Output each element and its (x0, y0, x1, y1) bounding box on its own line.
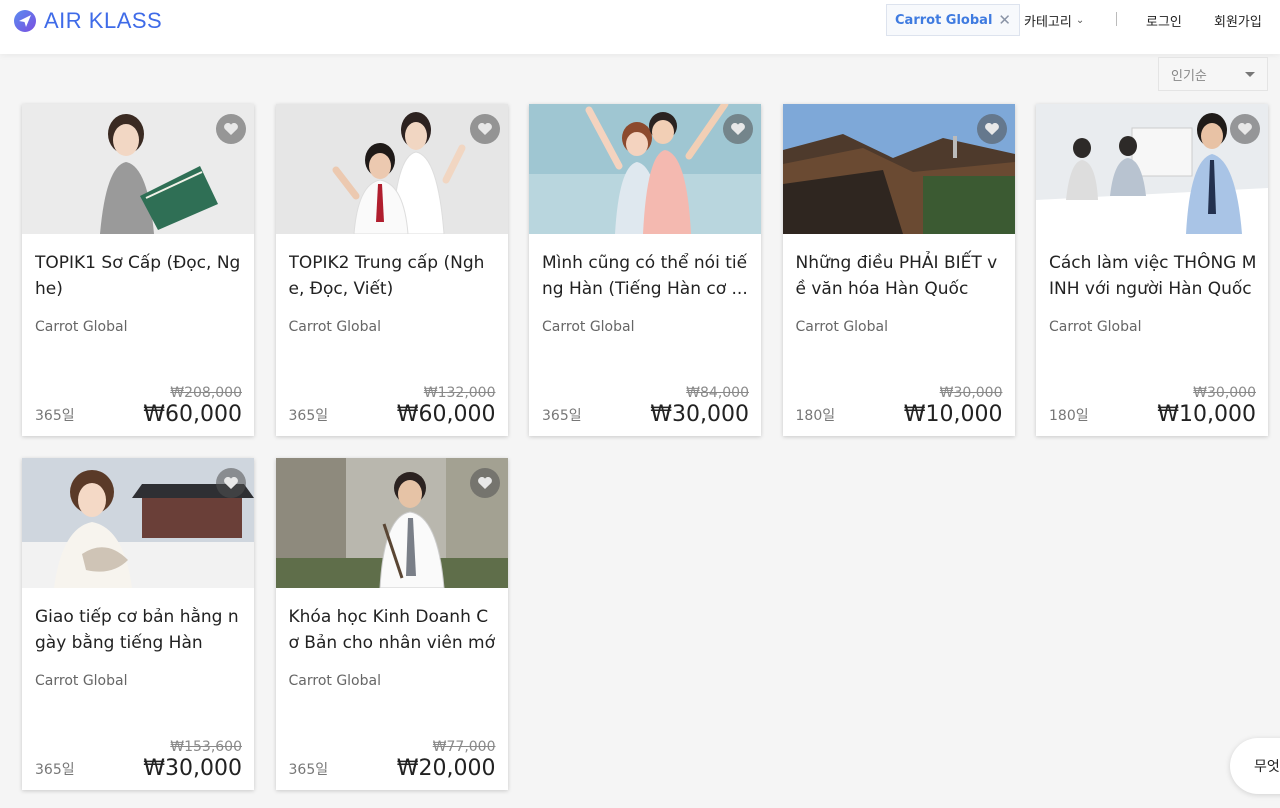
favorite-heart-icon[interactable] (723, 114, 753, 144)
course-thumbnail (529, 104, 761, 234)
favorite-heart-icon[interactable] (216, 468, 246, 498)
course-card[interactable]: Mình cũng có thể nói tiếng Hàn (Tiếng Hà… (529, 104, 761, 436)
course-grid: TOPIK1 Sơ Cấp (Đọc, Nghe) Carrot Global … (22, 104, 1270, 790)
course-thumbnail (275, 104, 508, 234)
course-title: TOPIK1 Sơ Cấp (Đọc, Nghe) (35, 253, 241, 299)
course-title: Cách làm việc THÔNG MINH với người Hàn Q… (1049, 253, 1257, 299)
course-provider: Carrot Global (1049, 319, 1142, 335)
sale-price: ₩10,000 (903, 402, 1003, 427)
course-thumbnail (1036, 104, 1268, 234)
chevron-down-icon: ⌄ (1075, 15, 1085, 26)
close-icon[interactable]: ✕ (998, 12, 1011, 28)
nav-divider (1116, 12, 1117, 26)
favorite-heart-icon[interactable] (216, 114, 246, 144)
paper-plane-icon (14, 10, 36, 32)
top-header: AIR KLASS Carrot Global ✕ 카테고리 ⌄ 로그인 회원가… (0, 0, 1280, 54)
course-provider: Carrot Global (288, 319, 381, 335)
chat-help-button[interactable]: 무엇 (1230, 738, 1280, 794)
course-duration: 180일 (1049, 408, 1089, 424)
favorite-heart-icon[interactable] (469, 114, 500, 144)
sort-selected-value: 인기순 (1171, 68, 1207, 84)
course-title: Giao tiếp cơ bản hằng ngày bằng tiếng Hà… (35, 607, 239, 653)
sale-price: ₩30,000 (143, 756, 242, 781)
original-price: ₩132,000 (423, 385, 496, 401)
course-duration: 180일 (795, 408, 836, 424)
course-title: Khóa học Kinh Doanh Cơ Bản cho nhân viên… (288, 607, 496, 653)
course-card[interactable]: TOPIK2 Trung cấp (Nghe, Đọc, Viết) Carro… (275, 104, 508, 436)
course-card[interactable]: Khóa học Kinh Doanh Cơ Bản cho nhân viên… (275, 458, 508, 790)
sale-price: ₩30,000 (650, 402, 749, 427)
course-provider: Carrot Global (795, 319, 888, 335)
course-duration: 365일 (542, 408, 582, 424)
favorite-heart-icon[interactable] (469, 468, 500, 498)
original-price: ₩30,000 (939, 385, 1003, 401)
original-price: ₩153,600 (170, 739, 242, 755)
course-duration: 365일 (35, 408, 75, 424)
original-price: ₩30,000 (1193, 385, 1256, 401)
category-menu[interactable]: 카테고리 ⌄ (1024, 11, 1084, 30)
login-link[interactable]: 로그인 (1146, 11, 1182, 30)
course-card[interactable]: Cách làm việc THÔNG MINH với người Hàn Q… (1036, 104, 1268, 436)
course-provider: Carrot Global (288, 673, 381, 689)
course-title: Những điều PHẢI BIẾT về văn hóa Hàn Quốc (795, 253, 998, 299)
original-price: ₩208,000 (170, 385, 242, 401)
original-price: ₩77,000 (432, 739, 496, 755)
course-duration: 365일 (288, 762, 329, 778)
site-logo[interactable]: AIR KLASS (14, 8, 162, 34)
category-label: 카테고리 (1024, 15, 1072, 30)
course-provider: Carrot Global (35, 319, 128, 335)
course-card[interactable]: TOPIK1 Sơ Cấp (Đọc, Nghe) Carrot Global … (22, 104, 254, 436)
course-thumbnail (22, 458, 254, 588)
course-title: Mình cũng có thể nói tiếng Hàn (Tiếng Hà… (542, 253, 748, 299)
favorite-heart-icon[interactable] (1230, 114, 1260, 144)
sale-price: ₩10,000 (1157, 402, 1256, 427)
sale-price: ₩20,000 (396, 756, 496, 781)
course-card[interactable]: Giao tiếp cơ bản hằng ngày bằng tiếng Hà… (22, 458, 254, 790)
filter-chip-label: Carrot Global (895, 12, 993, 28)
course-card[interactable]: Những điều PHẢI BIẾT về văn hóa Hàn Quốc… (782, 104, 1015, 436)
course-title: TOPIK2 Trung cấp (Nghe, Đọc, Viết) (288, 253, 485, 299)
course-provider: Carrot Global (542, 319, 635, 335)
course-thumbnail (275, 458, 508, 588)
favorite-heart-icon[interactable] (976, 114, 1007, 144)
sale-price: ₩60,000 (396, 402, 496, 427)
sale-price: ₩60,000 (143, 402, 242, 427)
sort-select[interactable]: 인기순 (1158, 57, 1268, 91)
course-provider: Carrot Global (35, 673, 128, 689)
course-thumbnail (782, 104, 1015, 234)
course-duration: 365일 (288, 408, 329, 424)
provider-filter-chip[interactable]: Carrot Global ✕ (886, 4, 1020, 36)
course-thumbnail (22, 104, 254, 234)
logo-text: AIR KLASS (44, 8, 163, 33)
course-duration: 365일 (35, 762, 75, 778)
original-price: ₩84,000 (686, 385, 749, 401)
chat-help-label: 무엇 (1254, 759, 1280, 775)
dropdown-arrow-icon (1245, 72, 1255, 77)
signup-link[interactable]: 회원가입 (1214, 11, 1262, 30)
